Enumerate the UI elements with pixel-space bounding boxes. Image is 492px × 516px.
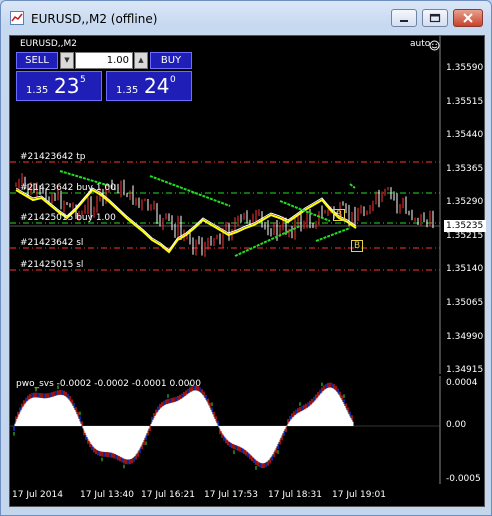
- sell-quote-prefix: 1.35: [26, 85, 49, 96]
- price-axis-label: 1.35440: [446, 130, 484, 140]
- buy-marker[interactable]: B: [351, 240, 364, 252]
- chart-symbol: EURUSD,,M2: [20, 39, 77, 49]
- trend-segment: [349, 183, 356, 189]
- sell-quote-fraction: 5: [80, 75, 86, 85]
- price-axis-label: 1.35590: [446, 63, 484, 73]
- price-axis-label: 1.35515: [446, 97, 484, 107]
- minimize-icon: [400, 20, 408, 22]
- price-axis-label: 1.35365: [446, 164, 484, 174]
- trade-line-label: #21423642 tp: [20, 152, 86, 162]
- chart-area[interactable]: EURUSD,,M2 auto SELL ▼ 1.00 ▲ BUY 1.35 2…: [9, 35, 486, 507]
- chevron-down-icon: ▼: [64, 56, 70, 64]
- time-axis-label: 17 Jul 17:53: [204, 490, 258, 500]
- indicator-axis-label: 0.0004: [446, 378, 478, 388]
- terminal-window: EURUSD,,M2 (offline) EURUSD,,M2 auto SEL…: [0, 0, 492, 516]
- time-axis-label: 17 Jul 16:21: [141, 490, 195, 500]
- indicator-canvas: [10, 376, 441, 484]
- sell-quote-pips: 23: [54, 74, 80, 98]
- auto-scroll-label: auto: [410, 39, 431, 49]
- smiley-icon: [429, 40, 440, 51]
- one-click-trading-panel: SELL ▼ 1.00 ▲ BUY 1.35 23 5 1.35 24 0: [16, 52, 192, 102]
- price-axis-label: 1.34915: [446, 365, 484, 375]
- maximize-button[interactable]: [422, 9, 448, 27]
- close-button[interactable]: [453, 9, 483, 27]
- buy-quote-prefix: 1.35: [116, 85, 139, 96]
- time-axis-label: 17 Jul 19:01: [332, 490, 386, 500]
- time-axis-label: 17 Jul 13:40: [80, 490, 134, 500]
- buy-quote[interactable]: 1.35 24 0: [106, 71, 192, 101]
- trade-line-label: #21425015 sl: [20, 260, 84, 270]
- maximize-icon: [429, 13, 441, 23]
- trend-segment: [149, 175, 231, 207]
- indicator-title: pwo_svs -0.0002 -0.0002 -0.0001 0.0000: [16, 379, 201, 389]
- indicator-window[interactable]: pwo_svs -0.0002 -0.0002 -0.0001 0.0000 0…: [10, 376, 486, 484]
- price-axis-label: 1.35065: [446, 298, 484, 308]
- trend-segment: [315, 227, 351, 242]
- price-chart[interactable]: EURUSD,,M2 auto SELL ▼ 1.00 ▲ BUY 1.35 2…: [10, 36, 486, 375]
- price-axis-label: 1.35215: [446, 231, 484, 241]
- lot-size-input[interactable]: 1.00: [75, 52, 133, 69]
- trade-line-label: #21425015 buy 1.00: [20, 213, 116, 223]
- close-icon: [463, 13, 473, 23]
- buy-button[interactable]: BUY: [150, 52, 192, 69]
- time-axis-label: 17 Jul 18:31: [268, 490, 322, 500]
- lot-decrease-button[interactable]: ▼: [60, 52, 74, 69]
- sell-button[interactable]: SELL: [16, 52, 58, 69]
- indicator-axis-label: -0.0005: [446, 474, 481, 484]
- buy-quote-pips: 24: [144, 74, 170, 98]
- minimize-button[interactable]: [391, 9, 417, 27]
- price-axis-label: 1.35140: [446, 264, 484, 274]
- lot-increase-button[interactable]: ▲: [134, 52, 148, 69]
- trade-line-label: #21423642 buy 1.00: [20, 183, 116, 193]
- time-axis-label: 17 Jul 2014: [12, 490, 63, 500]
- title-bar[interactable]: EURUSD,,M2 (offline): [1, 1, 491, 35]
- time-axis: 17 Jul 2014 17 Jul 13:40 17 Jul 16:21 17…: [10, 486, 486, 506]
- price-axis-label: 1.34990: [446, 332, 484, 342]
- chart-window-icon: [10, 11, 24, 25]
- window-title: EURUSD,,M2 (offline): [31, 12, 158, 26]
- chevron-up-icon: ▲: [138, 56, 144, 64]
- current-price-label: 1.35235: [444, 220, 486, 232]
- price-axis-label: 1.35290: [446, 197, 484, 207]
- buy-quote-fraction: 0: [170, 75, 176, 85]
- indicator-axis-label: 0.00: [446, 420, 467, 430]
- trade-line-label: #21423642 sl: [20, 238, 84, 248]
- buy-marker[interactable]: B: [333, 209, 346, 221]
- sell-quote[interactable]: 1.35 23 5: [16, 71, 102, 101]
